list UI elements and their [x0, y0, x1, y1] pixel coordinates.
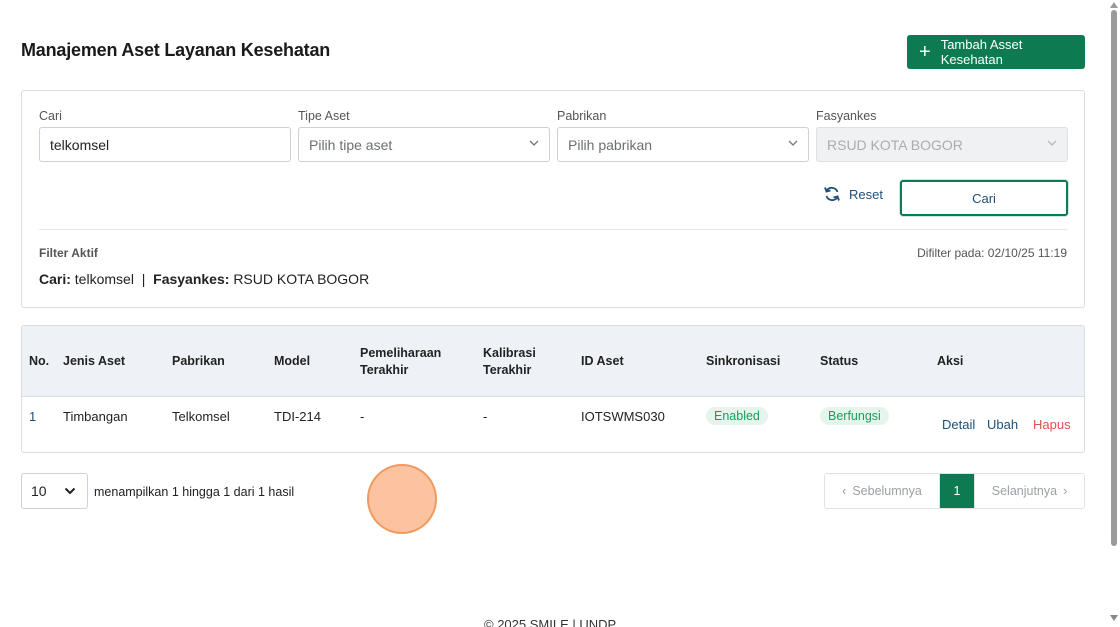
edit-link[interactable]: Ubah [987, 417, 1018, 432]
pagination-summary: menampilkan 1 hingga 1 dari 1 hasil [94, 485, 295, 499]
facility-select: RSUD KOTA BOGOR [816, 127, 1068, 162]
top-clipped-heading [372, 0, 732, 4]
sync-badge: Enabled [706, 407, 768, 425]
status-badge: Berfungsi [820, 407, 889, 425]
reset-label: Reset [849, 186, 883, 202]
search-input[interactable]: telkomsel [39, 127, 291, 162]
active-filter-separator: | [141, 271, 146, 287]
asset-type-placeholder: Pilih tipe aset [309, 136, 393, 153]
next-page-button[interactable]: Selanjutnya › [974, 474, 1084, 508]
page-1-button[interactable]: 1 [940, 474, 974, 508]
header-actions: Aksi [937, 354, 964, 368]
scroll-down-arrow-icon[interactable] [1110, 615, 1118, 621]
chevron-down-icon [788, 140, 798, 146]
header-calibration: Kalibrasi Terakhir [483, 345, 536, 379]
row-model: TDI-214 [274, 409, 321, 424]
footer-copyright: © 2025 SMILE | UNDP [484, 617, 617, 627]
header-calibration-line1: Kalibrasi [483, 346, 536, 360]
facility-value: RSUD KOTA BOGOR [827, 136, 963, 153]
reset-button[interactable]: Reset [823, 185, 883, 203]
row-maintenance: - [360, 409, 365, 424]
filtered-at-timestamp: Difilter pada: 02/10/25 11:19 [917, 246, 1067, 260]
prev-page-button[interactable]: ‹ Sebelumnya [825, 474, 940, 508]
plus-icon: + [919, 41, 931, 63]
table-header: No. Jenis Aset Pabrikan Model Pemelihara… [22, 326, 1084, 397]
manufacturer-select[interactable]: Pilih pabrikan [557, 127, 809, 162]
scroll-thumb[interactable] [1111, 10, 1117, 546]
header-calibration-line2: Terakhir [483, 363, 532, 377]
chevron-down-icon [64, 487, 76, 495]
scroll-up-arrow-icon[interactable] [1110, 2, 1118, 8]
chevron-down-icon [529, 140, 539, 146]
delete-link[interactable]: Hapus [1033, 417, 1071, 432]
row-manufacturer: Telkomsel [172, 409, 230, 424]
row-calibration: - [483, 409, 488, 424]
active-search-key: Cari: [39, 271, 71, 287]
header-maintenance-line2: Terakhir [360, 363, 409, 377]
chevron-down-icon [1047, 140, 1057, 146]
header-type: Jenis Aset [63, 354, 126, 368]
active-facility-key: Fasyankes: [153, 271, 230, 287]
header-model: Model [274, 354, 311, 368]
row-asset-id: IOTSWMS030 [581, 409, 665, 424]
header-sync: Sinkronisasi [706, 354, 781, 368]
divider [39, 229, 1067, 230]
header-manufacturer: Pabrikan [172, 354, 225, 368]
vertical-scrollbar[interactable] [1108, 0, 1120, 627]
add-asset-label: Tambah Asset Kesehatan [940, 37, 1023, 67]
header-maintenance: Pemeliharaan Terakhir [360, 345, 441, 379]
refresh-icon [824, 186, 840, 202]
asset-type-select[interactable]: Pilih tipe aset [298, 127, 550, 162]
row-type: Timbangan [63, 409, 128, 424]
active-facility-value: RSUD KOTA BOGOR [233, 271, 370, 287]
chevron-right-icon: › [1063, 484, 1068, 498]
search-button[interactable]: Cari [900, 180, 1068, 216]
asset-type-label: Tipe Aset [298, 109, 350, 123]
facility-label: Fasyankes [816, 109, 877, 123]
search-input-value: telkomsel [50, 136, 110, 153]
chevron-left-icon: ‹ [842, 484, 847, 498]
pagination: ‹ Sebelumnya 1 Selanjutnya › [824, 473, 1085, 509]
header-asset-id: ID Aset [581, 354, 624, 368]
filter-panel: Cari telkomsel Tipe Aset Pilih tipe aset… [21, 90, 1085, 308]
click-indicator [367, 464, 437, 534]
page-title: Manajemen Aset Layanan Kesehatan [21, 40, 331, 60]
active-filter-summary: Cari: telkomsel | Fasyankes: RSUD KOTA B… [39, 271, 369, 287]
header-maintenance-line1: Pemeliharaan [360, 346, 442, 360]
header-no: No. [29, 354, 50, 368]
next-page-label: Selanjutnya [991, 484, 1058, 498]
search-label: Cari [39, 109, 62, 123]
manufacturer-label: Pabrikan [557, 109, 607, 123]
detail-link[interactable]: Detail [942, 417, 975, 432]
row-no: 1 [29, 409, 37, 424]
page-size-select[interactable]: 10 [21, 473, 88, 509]
active-filter-title: Filter Aktif [39, 246, 98, 260]
manufacturer-placeholder: Pilih pabrikan [568, 136, 653, 153]
header-status: Status [820, 354, 859, 368]
add-asset-button[interactable]: + Tambah Asset Kesehatan [907, 35, 1085, 69]
prev-page-label: Sebelumnya [852, 484, 922, 498]
asset-table: No. Jenis Aset Pabrikan Model Pemelihara… [21, 325, 1085, 453]
active-search-value: telkomsel [74, 271, 134, 287]
page-size-value: 10 [31, 483, 47, 499]
